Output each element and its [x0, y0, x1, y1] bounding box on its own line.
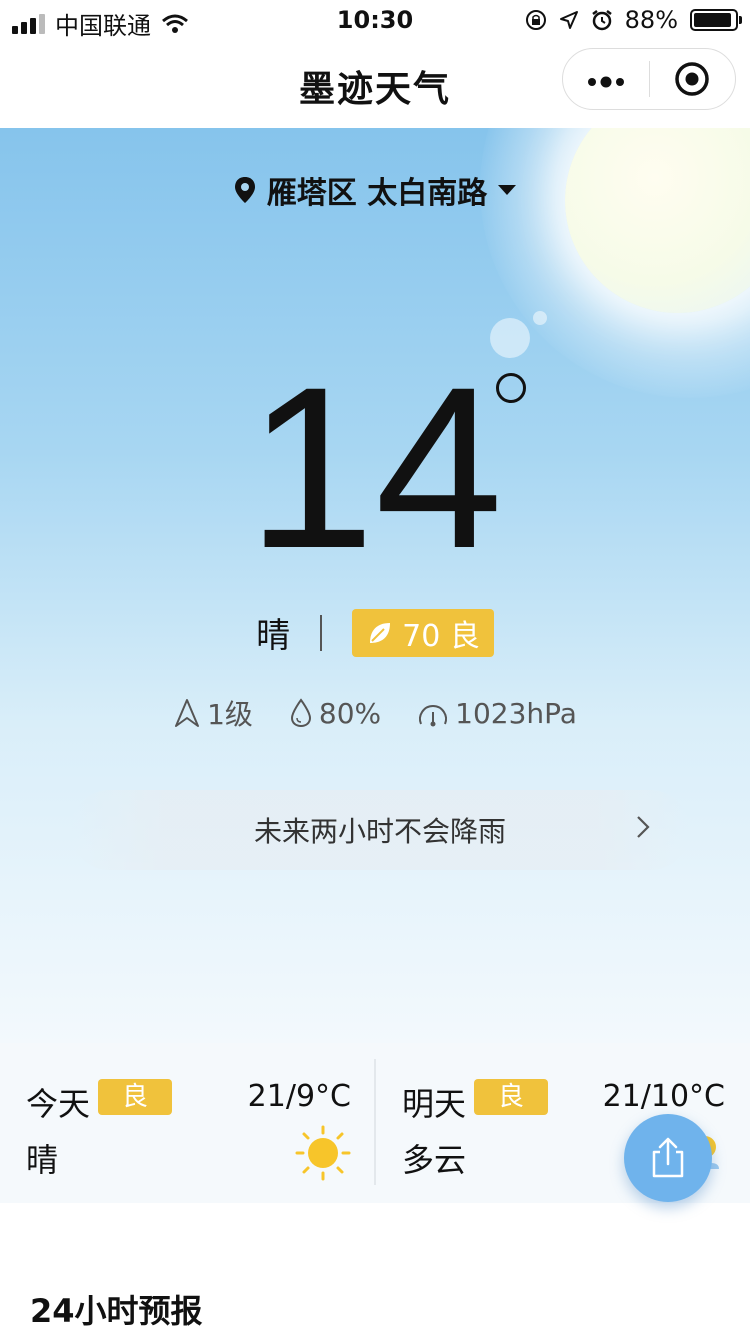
temp-range: 21/9°C [247, 1079, 351, 1114]
lock-rotation-icon [525, 10, 546, 30]
alarm-icon [591, 10, 612, 31]
forecast-section-title: 24小时预报 [30, 1292, 203, 1330]
current-condition: 晴 [256, 616, 291, 656]
wind-direction-icon [175, 699, 200, 727]
share-icon [652, 1137, 684, 1178]
location-pin-icon [234, 177, 255, 203]
day-name: 今天 [26, 1085, 91, 1123]
battery-percent: 88% [624, 6, 678, 34]
more-button[interactable] [563, 49, 649, 109]
weather-hero: 雁塔区 太白南路 14 晴 70 良 1级 80% 1023hPa 未来两小时不… [0, 128, 750, 1043]
pressure-gauge-icon [419, 705, 448, 727]
daily-divider [374, 1059, 376, 1185]
nav-bar: 墨迹天气 [0, 40, 750, 128]
location-selector[interactable]: 雁塔区 太白南路 [0, 168, 750, 212]
close-button[interactable] [650, 61, 736, 97]
day-weather: 晴 [26, 1141, 59, 1179]
condition-row: 晴 70 良 [0, 608, 750, 657]
pressure-detail: 1023hPa [417, 693, 577, 733]
condition-divider [320, 614, 323, 651]
temp-range: 21/10°C [602, 1079, 725, 1114]
mini-program-capsule [562, 48, 736, 110]
day-name: 明天 [402, 1085, 467, 1123]
rain-notice: 未来两小时不会降雨 [253, 815, 506, 848]
humidity-detail: 80% [289, 693, 381, 733]
sun-icon [295, 1125, 351, 1185]
battery-icon [690, 9, 742, 31]
degree-icon [496, 373, 526, 403]
location-arrow-icon [559, 11, 578, 29]
close-target-icon [675, 62, 709, 96]
humidity-drop-icon [290, 698, 311, 728]
day-weather: 多云 [402, 1141, 467, 1179]
aqi-text: 70 良 [402, 618, 480, 654]
humidity-value: 80% [318, 696, 382, 730]
leaf-icon [370, 622, 391, 643]
chevron-right-icon [636, 812, 650, 847]
decor-bubble [533, 311, 547, 325]
wind-detail: 1级 [173, 693, 253, 733]
air-quality-badge: 良 [474, 1079, 548, 1115]
aqi-badge[interactable]: 70 良 [352, 608, 494, 657]
location-label: 雁塔区 太白南路 [266, 176, 488, 211]
rain-forecast-bar[interactable]: 未来两小时不会降雨 [70, 790, 690, 870]
weather-details: 1级 80% 1023hPa [0, 693, 750, 733]
dropdown-icon [498, 185, 517, 195]
air-quality-badge: 良 [98, 1079, 172, 1115]
wind-level: 1级 [207, 698, 253, 731]
share-button[interactable] [624, 1114, 712, 1202]
status-right: 88% [525, 6, 742, 34]
current-temperature: 14 [247, 339, 503, 596]
more-icon [587, 76, 624, 88]
today-card[interactable]: 今天 良 21/9°C 晴 [26, 1063, 351, 1183]
pressure-value: 1023hPa [455, 696, 577, 730]
status-bar: 中国联通 10:30 88% [0, 0, 750, 40]
